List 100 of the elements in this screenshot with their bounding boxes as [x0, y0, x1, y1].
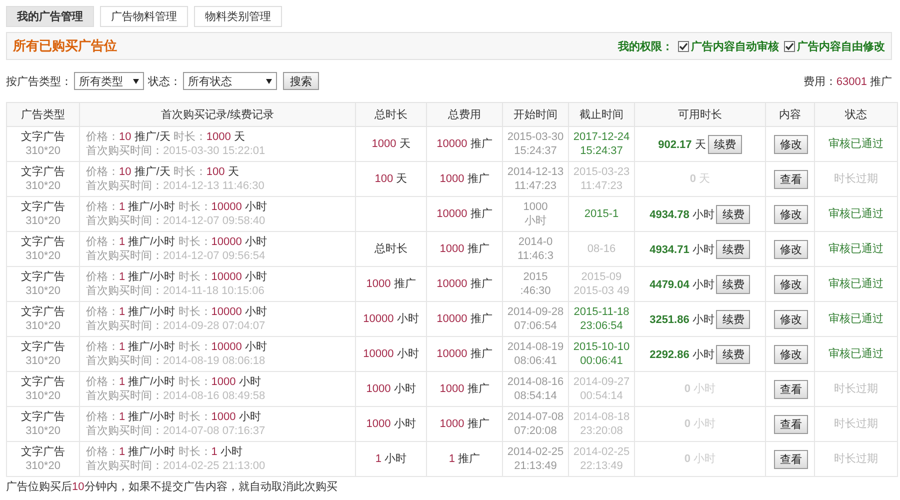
- ad-type: 文字广告: [20, 130, 66, 144]
- column-header: 首次购买记录/续费记录: [80, 102, 356, 126]
- purchase-time-line: 首次购买时间：2014-08-16 08:49:58: [86, 389, 266, 403]
- column-header: 内容: [766, 102, 814, 126]
- tab[interactable]: 广告物料管理: [100, 6, 188, 27]
- content-button[interactable]: 修改: [774, 240, 808, 258]
- checkbox[interactable]: [678, 40, 689, 52]
- checkbox-label: 广告内容自动审核: [691, 40, 779, 54]
- ad-size: 310*20: [24, 354, 62, 368]
- total-duration: 1000 天: [372, 138, 410, 150]
- caret-icon: [266, 78, 272, 84]
- status-text: 时长过期: [834, 418, 878, 430]
- purchase-time-line: 首次购买时间：2014-08-19 08:06:18: [86, 354, 266, 368]
- total-duration: 总时长: [374, 243, 408, 255]
- start-time: 2014-02-25 21:13:49: [507, 445, 564, 473]
- checkbox[interactable]: [784, 40, 795, 52]
- filter-label: 状态：: [148, 74, 181, 88]
- content-button[interactable]: 查看: [774, 414, 808, 434]
- column-header: 状态: [814, 102, 898, 126]
- total-fee: 1000 推广: [440, 243, 490, 255]
- content-button[interactable]: 修改: [774, 134, 808, 154]
- renew-button[interactable]: 续费: [708, 134, 742, 154]
- start-time: 2015-03-30 15:24:37: [507, 130, 564, 158]
- renew-button[interactable]: 续费: [716, 344, 750, 364]
- total-duration: 100 天: [374, 173, 408, 185]
- total-fee: 1000 推广: [440, 383, 490, 395]
- renew-button[interactable]: 续费: [716, 204, 750, 224]
- purchase-time-line: 首次购买时间：2015-03-30 15:22:01: [86, 144, 266, 158]
- purchase-time-line: 首次购买时间：2014-02-25 21:13:00: [86, 459, 266, 473]
- fee-total: 费用：63001 推广: [803, 74, 892, 88]
- price-line: 价格：1 推广/小时 时长：1000 小时: [86, 410, 262, 424]
- ad-size: 310*20: [24, 424, 62, 438]
- content-button[interactable]: 查看: [774, 380, 808, 398]
- tab[interactable]: 我的广告管理: [6, 6, 94, 27]
- status-text: 审核已通过: [828, 208, 884, 220]
- purchase-time-line: 首次购买时间：2014-12-07 09:56:54: [86, 249, 266, 263]
- column-header: 可用时长: [634, 102, 766, 126]
- remaining-time: 4479.04 小时: [650, 278, 714, 290]
- caret-icon: [133, 78, 139, 84]
- purchase-time-line: 首次购买时间：2014-12-07 09:58:40: [86, 214, 266, 228]
- end-time: 2015-1: [584, 207, 619, 221]
- end-time: 2015-09 2015-03 49: [574, 270, 630, 298]
- purchase-time-line: 首次购买时间：2014-11-18 10:15:06: [86, 284, 266, 298]
- end-time: 08-16: [587, 242, 616, 256]
- column-header: 截止时间: [568, 102, 634, 126]
- ad-size: 310*20: [24, 214, 62, 228]
- renew-button[interactable]: 续费: [716, 240, 750, 258]
- end-time: 2017-12-24 15:24:37: [573, 130, 630, 158]
- price-line: 价格：1 推广/小时 时长：10000 小时: [86, 235, 268, 249]
- tab[interactable]: 物料类别管理: [194, 6, 282, 27]
- start-time: 2014-08-16 08:54:14: [507, 375, 564, 403]
- content-button[interactable]: 查看: [774, 170, 808, 188]
- price-line: 价格：1 推广/小时 时长：1 小时: [86, 445, 244, 459]
- purchase-time-line: 首次购买时间：2014-12-13 11:46:30: [86, 179, 266, 193]
- ad-type: 文字广告: [20, 235, 66, 249]
- purchase-time-line: 首次购买时间：2014-07-08 07:16:37: [86, 424, 266, 438]
- ad-size: 310*20: [24, 249, 62, 263]
- start-time: 2015 :46:30: [520, 270, 551, 298]
- column-header: 广告类型: [6, 102, 80, 126]
- end-time: 2015-10-10 00:06:41: [573, 340, 630, 368]
- column-header: 总时长: [356, 102, 426, 126]
- end-time: 2015-11-18 23:06:54: [574, 305, 630, 333]
- ad-size: 310*20: [24, 179, 62, 193]
- total-duration: 1000 小时: [366, 383, 416, 395]
- renew-button[interactable]: 续费: [716, 310, 750, 328]
- purchase-time-line: 首次购买时间：2014-09-28 07:04:07: [86, 319, 266, 333]
- content-button[interactable]: 修改: [774, 204, 808, 224]
- remaining-time: 4934.78 小时: [650, 208, 714, 220]
- end-time: 2014-09-27 00:54:14: [573, 375, 630, 403]
- status-text: 审核已通过: [828, 138, 884, 150]
- content-button[interactable]: 修改: [774, 344, 808, 364]
- content-button[interactable]: 修改: [774, 274, 808, 294]
- total-fee: 10000 推广: [436, 313, 492, 325]
- remaining-time: 3251.86 小时: [650, 314, 714, 326]
- content-button[interactable]: 查看: [774, 450, 808, 468]
- status-text: 审核已通过: [828, 243, 884, 255]
- start-time: 1000 小时: [523, 200, 548, 228]
- ad-size: 310*20: [24, 319, 62, 333]
- dropdown[interactable]: 所有类型: [74, 72, 144, 90]
- status-text: 审核已通过: [828, 348, 884, 360]
- total-fee: 1 推广: [448, 453, 480, 465]
- ad-type: 文字广告: [20, 410, 66, 424]
- ad-type: 文字广告: [20, 340, 66, 354]
- price-line: 价格：1 推广/小时 时长：10000 小时: [86, 305, 268, 319]
- dropdown[interactable]: 所有状态: [183, 72, 277, 90]
- start-time: 2014-07-08 07:20:08: [507, 410, 564, 438]
- total-fee: 1000 推广: [440, 173, 490, 185]
- search-button[interactable]: 搜索: [283, 72, 319, 90]
- total-duration: 10000 小时: [363, 313, 419, 325]
- status-text: 时长过期: [834, 383, 878, 395]
- column-header: 开始时间: [502, 102, 568, 126]
- content-button[interactable]: 修改: [774, 310, 808, 328]
- checkbox-label: 广告内容自由修改: [797, 40, 885, 54]
- price-line: 价格：1 推广/小时 时长：10000 小时: [86, 340, 268, 354]
- start-time: 2014-09-28 07:06:54: [507, 305, 564, 333]
- total-fee: 10000 推广: [436, 348, 492, 360]
- renew-button[interactable]: 续费: [716, 274, 750, 294]
- price-line: 价格：10 推广/天 时长：1000 天: [86, 130, 246, 144]
- total-duration: 10000 小时: [363, 348, 419, 360]
- page-title: 所有已购买广告位: [13, 37, 117, 55]
